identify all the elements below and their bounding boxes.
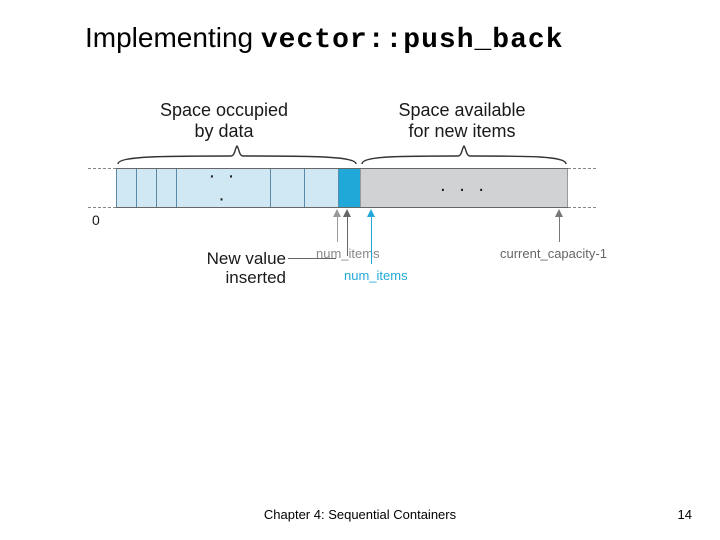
arrow-numold-head [333,209,341,217]
dots-text: . . . [200,160,247,206]
array-strip: . . . . . . [116,168,568,208]
label-space-occupied-l2: by data [194,121,253,141]
arrow-numnew-stem [371,216,372,264]
cell-n2 [270,169,304,207]
label-space-available-l2: for new items [408,121,515,141]
label-capacity: current_capacity-1 [500,246,607,261]
arrow-numold-stem [337,216,338,242]
brace-right [360,144,568,166]
label-space-available-l1: Space available [398,100,525,120]
arrow-cap-stem [559,216,560,242]
title-code: vector::push_back [261,25,564,56]
label-space-available: Space available for new items [372,100,552,141]
cell-inserted [338,169,360,207]
label-num-items-new: num_items [344,268,408,283]
vector-diagram: Space occupied by data Space available f… [116,100,568,320]
cell-1 [136,169,156,207]
cell-0 [116,169,136,207]
label-new-value-l2: inserted [226,268,286,287]
dots-avail: . . . [440,174,488,197]
footer-chapter: Chapter 4: Sequential Containers [0,507,720,522]
dash-bot-left [88,207,116,208]
dash-top-left [88,168,116,169]
arrow-cap-head [555,209,563,217]
label-new-value: New value inserted [156,250,286,287]
label-new-value-l1: New value [207,249,286,268]
cell-dots-data: . . . [176,169,270,207]
cell-n1 [304,169,338,207]
slide-title: Implementing vector::push_back [85,22,564,56]
arrow-new-head [343,209,351,217]
cell-2 [156,169,176,207]
label-space-occupied: Space occupied by data [134,100,314,141]
arrow-numnew-head [367,209,375,217]
label-space-occupied-l1: Space occupied [160,100,288,120]
footer-page-number: 14 [678,507,692,522]
index-zero: 0 [92,212,100,228]
title-plain: Implementing [85,22,261,53]
dash-bot-right [568,207,596,208]
dash-top-right [568,168,596,169]
cell-avail: . . . [360,169,568,207]
